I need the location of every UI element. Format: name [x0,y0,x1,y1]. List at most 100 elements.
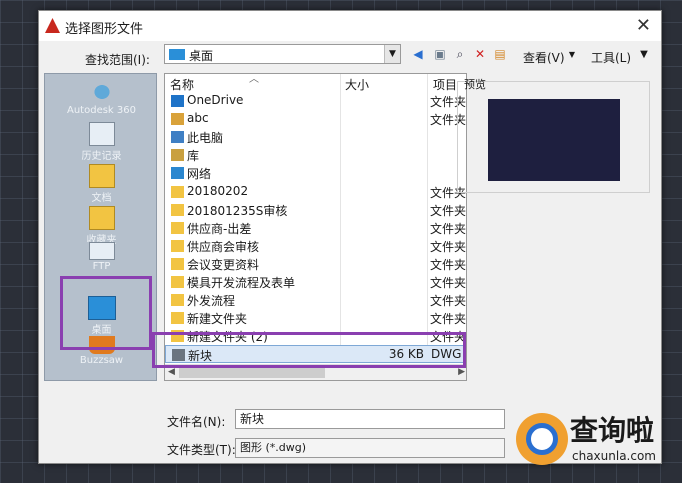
file-row[interactable]: 网络 [165,164,466,182]
file-row[interactable]: 外发流程 文件夹 [165,291,467,309]
file-name: 模具开发流程及表单 [187,276,296,290]
lookin-value: 桌面 [189,49,214,63]
autocad-logo-icon [45,18,60,33]
delete-icon[interactable]: ✕ [473,47,487,61]
up-folder-icon[interactable]: ▣ [433,47,447,61]
lookin-label: 查找范围(I): [85,53,150,67]
place-label: Buzzsaw [79,355,124,366]
ftp-icon [88,242,115,260]
place-favorites[interactable]: 收藏夹 [45,206,158,246]
file-type: 文件夹 [430,257,467,272]
place-autodesk-360[interactable]: Autodesk 360 [45,80,158,116]
filetype-select[interactable]: 图形 (*.dwg) [235,438,505,458]
file-row[interactable]: 此电脑 [165,128,466,146]
watermark-url: chaxunla.com [572,449,656,463]
folder-icon [171,257,184,270]
desktop-folder-icon [169,49,185,60]
highlight-file-annotation [152,332,466,368]
folder-icon [171,312,184,325]
folder-icon [171,203,184,216]
preview-panel [457,81,650,193]
file-row[interactable]: 供应商会审核 文件夹 [165,237,467,255]
folder-icon [171,276,184,288]
folder-icon [171,221,184,234]
file-type: 文件夹 [430,312,467,327]
favorites-icon [88,206,115,230]
file-name: 20180202 [187,183,249,198]
file-type: 文件夹 [430,203,467,218]
file-name: 供应商-出差 [187,221,252,236]
folder-icon [171,294,184,307]
watermark: 查询啦 chaxunla.com [510,407,672,471]
file-type: 文件夹 [430,294,467,309]
file-type: 文件夹 [430,221,467,236]
select-file-dialog: 选择图形文件 ✕ 查找范围(I): 桌面 ▼ ◀ ▣ ⌕ ✕ ▤ 查看(V) ▼… [38,10,662,464]
scroll-left-icon[interactable]: ◀ [168,367,175,377]
file-row[interactable]: OneDrive 文件夹 [165,92,466,110]
onedrive-icon [171,95,184,107]
file-name: 新建文件夹 [187,312,248,327]
filename-label: 文件名(N): [167,415,226,429]
cloud-icon [88,80,115,104]
watermark-logo-icon [516,413,568,465]
file-name: OneDrive [187,93,244,107]
sort-ascending-icon: ︿ [249,74,259,85]
scroll-right-icon[interactable]: ▶ [458,367,465,377]
title-bar: 选择图形文件 ✕ [39,11,661,41]
user-folder-icon [171,113,184,126]
file-row[interactable]: 库 [165,146,466,164]
place-history[interactable]: 历史记录 [45,122,158,162]
file-type: 文件夹 [430,276,467,290]
file-name: 网络 [187,167,212,182]
views-chevron-icon[interactable]: ▼ [565,48,579,62]
scrollbar-thumb[interactable] [179,368,325,378]
watermark-text: 查询啦 [570,414,655,447]
preview-label: 预览 [464,78,486,91]
column-header-size[interactable]: 大小 [345,76,369,93]
lookin-dropdown[interactable]: 桌面 ▼ [164,44,401,64]
file-row[interactable]: 模具开发流程及表单 文件夹 [165,273,467,291]
computer-icon [171,131,184,144]
library-icon [171,149,184,162]
file-name: 外发流程 [187,294,236,309]
dialog-title: 选择图形文件 [65,22,144,37]
file-row[interactable]: 201801235S审核 文件夹 [165,201,467,219]
history-icon [88,122,115,146]
folder-icon [171,239,184,252]
place-label: 文档 [91,193,112,204]
file-name: abc [187,111,209,126]
new-folder-icon[interactable]: ▤ [493,47,507,61]
tools-chevron-icon[interactable]: ▼ [637,48,651,62]
folder-icon [171,185,184,198]
column-header-name[interactable]: 名称 [170,76,194,93]
tools-menu[interactable]: 工具(L) [591,49,631,66]
file-name: 201801235S审核 [187,203,288,218]
filename-input[interactable]: 新块 [235,409,505,429]
file-name: 会议变更资料 [187,257,260,272]
file-name: 此电脑 [187,131,224,146]
close-button[interactable]: ✕ [636,15,651,36]
place-label: FTP [92,261,111,272]
file-type: 文件夹 [430,239,467,254]
column-header-type[interactable]: 项目 [433,76,457,93]
file-name: 供应商会审核 [187,239,260,254]
place-label: 历史记录 [81,151,122,162]
place-label: Autodesk 360 [67,105,136,116]
highlight-desktop-annotation [60,276,152,350]
file-row[interactable]: 供应商-出差 文件夹 [165,219,467,237]
views-menu[interactable]: 查看(V) [523,49,565,66]
back-icon[interactable]: ◀ [411,47,425,61]
place-ftp[interactable]: FTP [45,242,158,272]
documents-icon [88,164,115,188]
file-row[interactable]: 20180202 文件夹 [165,183,466,201]
file-name: 库 [187,149,200,164]
preview-thumbnail [488,99,620,181]
file-row[interactable]: abc 文件夹 [165,110,466,128]
search-icon[interactable]: ⌕ [453,47,467,61]
filetype-label: 文件类型(T): [167,443,236,457]
chevron-down-icon[interactable]: ▼ [384,45,400,63]
place-documents[interactable]: 文档 [45,164,158,204]
file-row[interactable]: 会议变更资料 文件夹 [165,255,467,273]
file-row[interactable]: 新建文件夹 文件夹 [165,309,467,327]
network-icon [171,167,184,180]
